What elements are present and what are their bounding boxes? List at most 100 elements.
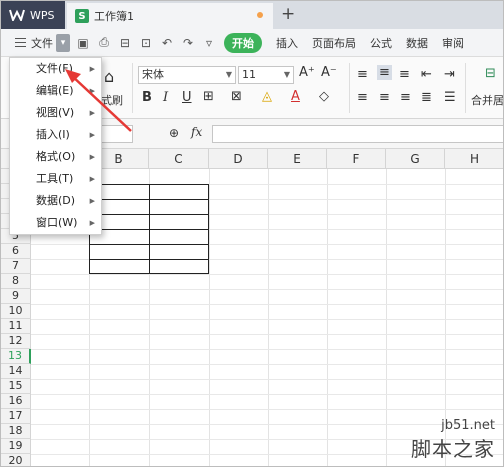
indent-increase-icon[interactable]: ⇥ (444, 67, 455, 82)
print-preview-icon[interactable]: ⎙ (97, 35, 111, 50)
gridline (31, 409, 503, 410)
borders-icon[interactable]: ⊞ (203, 89, 214, 104)
annotation-arrow-icon (65, 69, 132, 132)
print-icon[interactable]: ⊟ (118, 36, 132, 50)
justify-icon[interactable]: ≣ (421, 90, 432, 105)
undo-icon[interactable]: ↶ (160, 36, 174, 50)
font-name-value: 宋体 (142, 68, 164, 81)
column-header[interactable]: F (327, 149, 386, 169)
menu-item-tools[interactable]: 工具(T) ▶ (10, 168, 101, 190)
table-border (90, 214, 208, 215)
align-top-icon[interactable]: ≡ (357, 67, 368, 82)
file-dropdown-chevron-icon[interactable]: ▾ (56, 33, 70, 52)
watermark-name: 脚本之家 (411, 437, 495, 461)
merge-center-label[interactable]: 合并居 (471, 92, 503, 108)
customize-chevron-icon[interactable]: ▿ (202, 36, 216, 50)
menu-page-layout[interactable]: 页面布局 (312, 35, 356, 51)
start-tab-button[interactable]: 开始 (224, 32, 262, 53)
clear-format-icon[interactable]: ◇ (319, 89, 329, 104)
file-menu-button[interactable]: 文件 (31, 35, 53, 51)
row-header[interactable]: 9 (1, 289, 31, 304)
menu-review[interactable]: 审阅 (442, 35, 464, 51)
row-header[interactable]: 12 (1, 334, 31, 349)
merge-cells-icon[interactable]: ⊟ (485, 66, 496, 81)
gridline (31, 349, 503, 350)
gridline (31, 274, 503, 275)
save-icon[interactable]: ▣ (76, 36, 90, 50)
align-middle-icon[interactable]: ≡ (377, 65, 392, 80)
row-header[interactable]: 11 (1, 319, 31, 334)
row-header[interactable]: 16 (1, 394, 31, 409)
bordered-table[interactable] (89, 184, 209, 274)
formula-input[interactable] (212, 125, 503, 143)
document-tab-label: 工作簿1 (94, 10, 134, 23)
unsaved-dot-icon (257, 12, 263, 18)
align-bottom-icon[interactable]: ≡ (399, 67, 410, 82)
row-header[interactable]: 17 (1, 409, 31, 424)
row-header[interactable]: 7 (1, 259, 31, 274)
fill-color-icon[interactable]: ◬ (262, 89, 272, 104)
ribbon-menu-bar: 文件 ▾ ▣ ⎙ ⊟ ⊡ ↶ ↷ ▿ 开始 插入 页面布局 公式 数据 审阅 (1, 29, 503, 57)
toolbar-divider (465, 63, 466, 113)
zoom-lookup-icon[interactable]: ⊕ (169, 126, 179, 140)
fill-pattern-icon[interactable]: ⊠ (231, 89, 242, 104)
column-header[interactable]: G (386, 149, 445, 169)
submenu-arrow-icon: ▶ (89, 219, 95, 227)
row-header-active[interactable]: 13 (1, 349, 31, 364)
table-border (90, 259, 208, 260)
align-right-icon[interactable]: ≡ (400, 90, 411, 105)
column-header[interactable]: C (149, 149, 209, 169)
row-header[interactable]: 8 (1, 274, 31, 289)
indent-decrease-icon[interactable]: ⇤ (421, 67, 432, 82)
wps-tab-label: WPS (30, 8, 55, 22)
menu-insert[interactable]: 插入 (276, 35, 298, 51)
align-left-icon[interactable]: ≡ (357, 90, 368, 105)
document-tab[interactable]: S 工作簿1 (67, 3, 273, 29)
gridline (31, 289, 503, 290)
row-header[interactable]: 20 (1, 454, 31, 466)
title-bar: WPS S 工作簿1 + (1, 1, 503, 29)
submenu-arrow-icon: ▶ (89, 197, 95, 205)
font-name-select[interactable]: 宋体 ▼ (138, 66, 236, 84)
font-name-chevron-icon: ▼ (225, 70, 232, 79)
italic-icon[interactable]: I (163, 90, 168, 105)
new-tab-button[interactable]: + (281, 4, 295, 24)
decrease-font-icon[interactable]: A⁻ (321, 65, 337, 80)
menu-item-data[interactable]: 数据(D) ▶ (10, 190, 101, 212)
column-header[interactable]: D (209, 149, 268, 169)
insert-function-button[interactable]: fx (191, 125, 202, 139)
preview-icon[interactable]: ⊡ (139, 36, 153, 50)
gridline (31, 304, 503, 305)
underline-icon[interactable]: U (182, 90, 192, 105)
menu-item-window[interactable]: 窗口(W) ▶ (10, 212, 101, 234)
menu-item-format[interactable]: 格式(O) ▶ (10, 146, 101, 168)
spreadsheet-window: WPS S 工作簿1 + 文件 ▾ ▣ ⎙ ⊟ ⊡ ↶ ↷ ▿ 开始 插入 页面… (0, 0, 504, 467)
row-header[interactable]: 18 (1, 424, 31, 439)
redo-icon[interactable]: ↷ (181, 36, 195, 50)
menu-item-label: 格式(O) (36, 150, 76, 163)
font-size-select[interactable]: 11 ▼ (238, 66, 294, 84)
bold-icon[interactable]: B (142, 90, 152, 105)
gridline (31, 364, 503, 365)
row-header[interactable]: 6 (1, 244, 31, 259)
quick-access-toolbar: ▣ ⎙ ⊟ ⊡ ↶ ↷ ▿ (76, 35, 216, 50)
distributed-icon[interactable]: ☰ (444, 90, 456, 105)
wps-home-tab[interactable]: WPS (1, 1, 65, 29)
column-header[interactable]: H (445, 149, 503, 169)
row-header[interactable]: 19 (1, 439, 31, 454)
row-header[interactable]: 14 (1, 364, 31, 379)
menu-formula[interactable]: 公式 (370, 35, 392, 51)
watermark-url: jb51.net (441, 418, 495, 433)
menu-data[interactable]: 数据 (406, 35, 428, 51)
hamburger-icon[interactable] (15, 38, 26, 47)
row-header[interactable]: 15 (1, 379, 31, 394)
font-color-icon[interactable]: A (291, 89, 300, 104)
align-center-icon[interactable]: ≡ (379, 90, 390, 105)
table-border (90, 244, 208, 245)
watermark: jb51.net 脚本之家 (411, 418, 495, 462)
row-header[interactable]: 10 (1, 304, 31, 319)
table-border (90, 229, 208, 230)
increase-font-icon[interactable]: A⁺ (299, 65, 315, 80)
column-header[interactable]: E (268, 149, 327, 169)
gridline (31, 319, 503, 320)
